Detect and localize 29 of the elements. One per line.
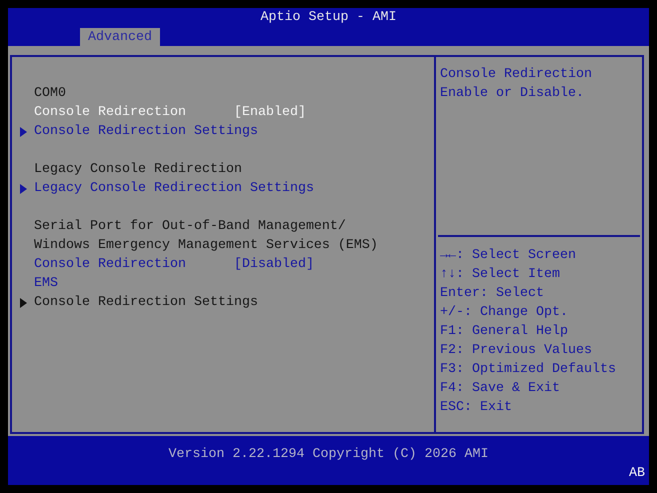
version-text: Version 2.22.1294 Copyright (C) 2026 AMI: [168, 446, 490, 464]
section-heading: COM0: [34, 85, 66, 103]
triangle-icon: [20, 298, 26, 308]
key-hint: →←: Select Screen: [439, 247, 577, 265]
triangle-icon: [20, 126, 26, 136]
key-hint: F3: Optimized Defaults: [439, 361, 617, 379]
tab[interactable]: Advanced: [80, 28, 160, 46]
key-hint: F1: General Help: [439, 323, 569, 341]
setting-value[interactable]: [Enabled]: [234, 103, 306, 122]
key-hint: ↑↓: Select Item: [439, 266, 561, 284]
setting-label[interactable]: Console Redirection: [34, 103, 234, 122]
submenu-item[interactable]: Legacy Console Redirection Settings: [34, 179, 314, 198]
submenu-item[interactable]: Console Redirection Settings: [34, 122, 258, 141]
section-heading: Legacy Console Redirection: [34, 161, 242, 179]
setting-value[interactable]: [Disabled]: [234, 255, 314, 274]
window-title: Aptio Setup - AMI: [260, 9, 398, 27]
key-hint: Enter: Select: [439, 285, 545, 303]
setting-label[interactable]: EMS: [34, 274, 234, 293]
status-code-text: AB: [629, 465, 646, 483]
section-heading: Serial Port for Out-of-Band Management/: [34, 218, 346, 236]
section-heading: Windows Emergency Management Services (EMS): [34, 237, 378, 255]
help-text: Console Redirection: [439, 66, 593, 84]
key-hint: ESC: Exit: [439, 399, 513, 417]
help-text: Enable or Disable.: [439, 85, 585, 103]
key-hint: F2: Previous Values: [439, 342, 593, 360]
triangle-icon: [20, 184, 26, 194]
key-hint: +/-: Change Opt.: [439, 304, 569, 322]
key-hint: F4: Save & Exit: [439, 380, 561, 398]
setting-label[interactable]: Console Redirection: [34, 255, 234, 274]
